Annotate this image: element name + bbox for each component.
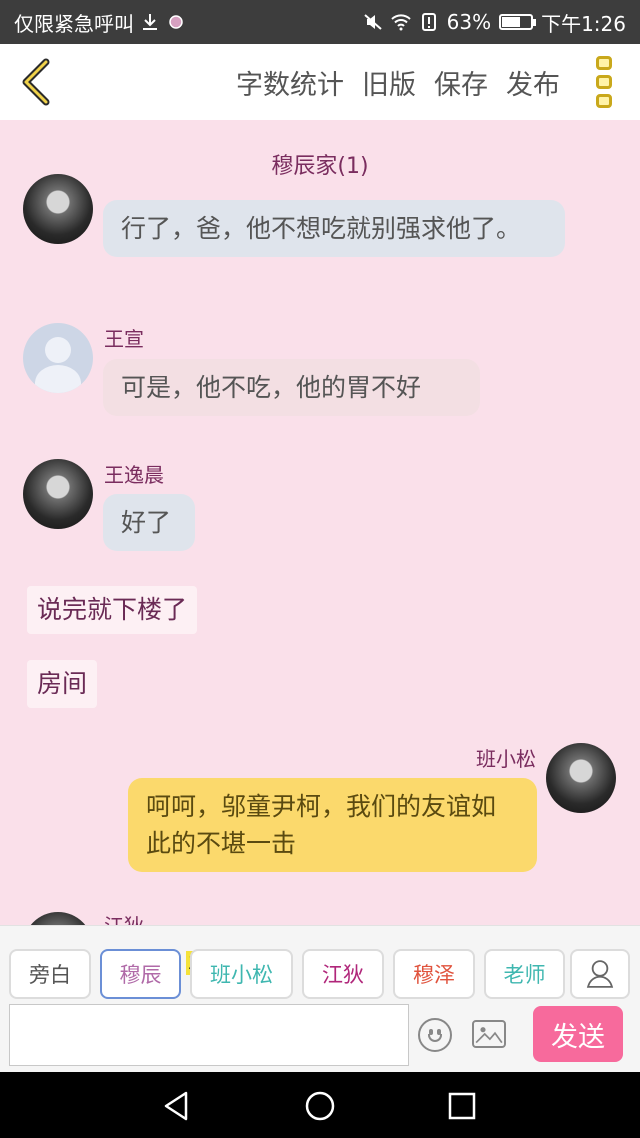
role-button-banxiaosong[interactable]: 班小松: [190, 949, 293, 999]
battery-icon: [499, 14, 537, 30]
back-chevron-icon[interactable]: [14, 58, 62, 106]
header-actions: 字数统计 旧版 保存 发布: [236, 44, 560, 120]
word-count-button[interactable]: 字数统计: [236, 63, 344, 102]
download-icon: [143, 14, 157, 30]
message-bubble[interactable]: 好了: [103, 494, 195, 551]
avatar[interactable]: [23, 174, 93, 244]
role-button-teacher[interactable]: 老师: [484, 949, 565, 999]
battery-fill: [502, 17, 520, 27]
role-button-muchen[interactable]: 穆辰: [100, 949, 181, 999]
emoji-mouth: [428, 1034, 442, 1042]
system-nav-bar: [0, 1072, 640, 1138]
image-icon[interactable]: [472, 1020, 506, 1048]
carrier-text: 仅限紧急呼叫: [14, 11, 134, 36]
wifi-icon: [390, 14, 411, 31]
message-input[interactable]: [9, 1004, 409, 1066]
avatar[interactable]: [23, 459, 93, 529]
avatar[interactable]: [23, 912, 93, 925]
status-bar: 仅限紧急呼叫 63% 下午1:26: [0, 0, 640, 44]
clock-time: 下午1:26: [541, 11, 626, 36]
nav-recents-icon[interactable]: [445, 1089, 479, 1123]
user-icon[interactable]: [570, 949, 630, 999]
top-toolbar: 字数统计 旧版 保存 发布: [0, 44, 640, 120]
mute-icon: [363, 14, 382, 30]
avatar[interactable]: [546, 743, 616, 813]
room-title: 穆辰家(1): [271, 154, 369, 179]
role-button-narrator[interactable]: 旁白: [9, 949, 91, 999]
role-button-muze[interactable]: 穆泽: [393, 949, 475, 999]
message-bubble[interactable]: 可是，他不吃，他的胃不好: [103, 359, 480, 416]
role-selector-bar: 旁白 穆辰 主 班小松 江狄 穆泽 老师 发送: [0, 925, 640, 1072]
app-icon: [169, 15, 183, 29]
speaker-name: 王逸晨: [104, 463, 164, 487]
publish-button[interactable]: 发布: [506, 63, 560, 102]
more-menu-icon[interactable]: [596, 56, 618, 108]
chat-area[interactable]: 穆辰家(1) 行了，爸，他不想吃就别强求他了。 王宣 可是，他不吃，他的胃不好 …: [0, 120, 640, 925]
narration-text[interactable]: 说完就下楼了: [27, 586, 198, 634]
battery-percent: 63%: [446, 10, 492, 34]
emoji-icon[interactable]: [418, 1018, 452, 1052]
alert-icon: [421, 13, 436, 31]
avatar[interactable]: [23, 323, 93, 393]
nav-back-icon[interactable]: [160, 1089, 194, 1123]
message-bubble[interactable]: 行了，爸，他不想吃就别强求他了。: [103, 200, 565, 257]
narration-text[interactable]: 房间: [27, 660, 98, 708]
save-button[interactable]: 保存: [434, 63, 488, 102]
message-bubble[interactable]: 呵呵，邬童尹柯，我们的友谊如此的不堪一击: [128, 778, 537, 872]
speaker-name: 王宣: [104, 327, 144, 351]
speaker-name: 班小松: [476, 747, 536, 771]
send-button[interactable]: 发送: [533, 1006, 623, 1062]
nav-home-icon[interactable]: [303, 1089, 337, 1123]
old-version-button[interactable]: 旧版: [362, 63, 416, 102]
speaker-name: 江狄: [104, 910, 144, 925]
role-button-jiangdi[interactable]: 江狄: [302, 949, 384, 999]
